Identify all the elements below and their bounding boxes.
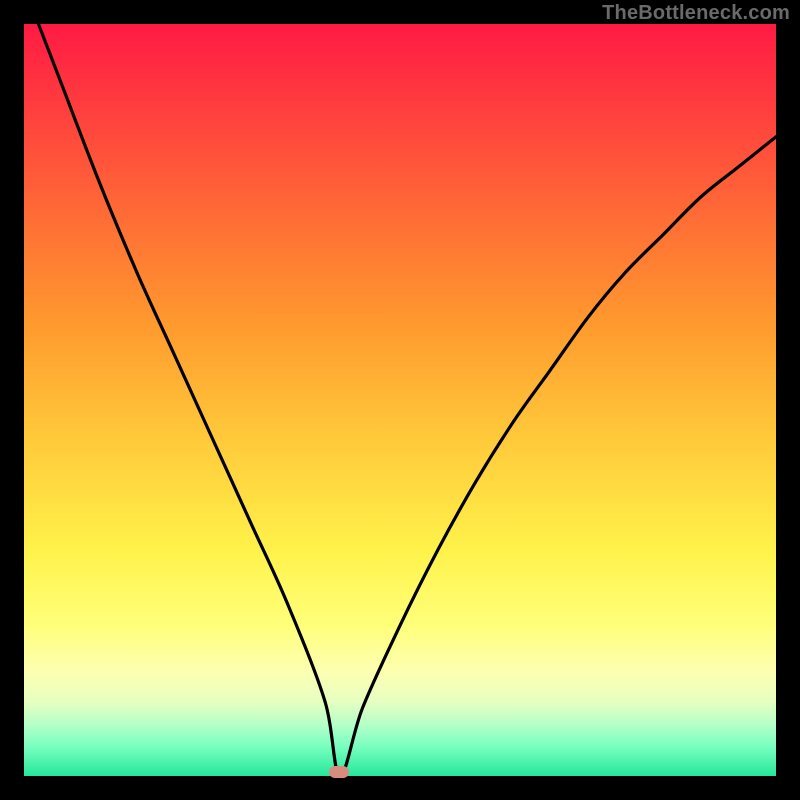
curve-svg (24, 24, 776, 776)
watermark-text: TheBottleneck.com (602, 2, 790, 25)
plot-area (24, 24, 776, 776)
bottleneck-curve-path (24, 24, 776, 776)
min-marker (329, 766, 349, 778)
chart-frame: TheBottleneck.com (0, 0, 800, 800)
